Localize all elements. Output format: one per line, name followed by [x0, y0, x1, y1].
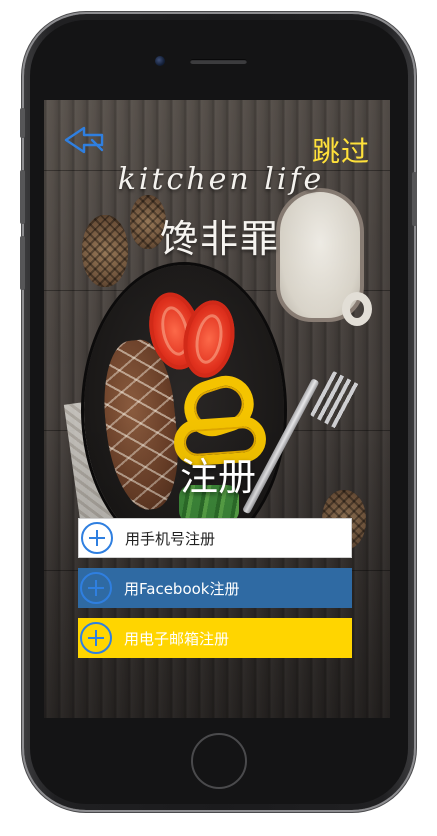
plus-circle-icon — [80, 572, 112, 604]
mute-switch — [20, 108, 25, 138]
option-label: 用Facebook注册 — [124, 579, 240, 598]
app-screen: 跳过 kitchen life 馋非罪 注册 用手机号注册 用Facebook注… — [44, 100, 390, 718]
plus-circle-icon — [81, 522, 113, 554]
register-with-email-button[interactable]: 用电子邮箱注册 — [78, 618, 352, 658]
front-camera — [155, 56, 165, 66]
back-arrow-icon[interactable] — [62, 124, 108, 156]
option-label: 用电子邮箱注册 — [124, 629, 230, 648]
option-label: 用手机号注册 — [125, 529, 216, 548]
power-button — [412, 172, 417, 226]
brand-title-chinese: 馋非罪 — [159, 217, 280, 261]
brand-title-english: kitchen life — [117, 162, 325, 197]
register-heading: 注册 — [179, 455, 256, 499]
plus-circle-icon — [80, 622, 112, 654]
register-with-phone-button[interactable]: 用手机号注册 — [78, 518, 352, 558]
volume-down-button — [20, 236, 25, 290]
home-button[interactable] — [191, 733, 247, 789]
earpiece-speaker — [190, 59, 247, 64]
register-with-facebook-button[interactable]: 用Facebook注册 — [78, 568, 352, 608]
volume-up-button — [20, 170, 25, 224]
